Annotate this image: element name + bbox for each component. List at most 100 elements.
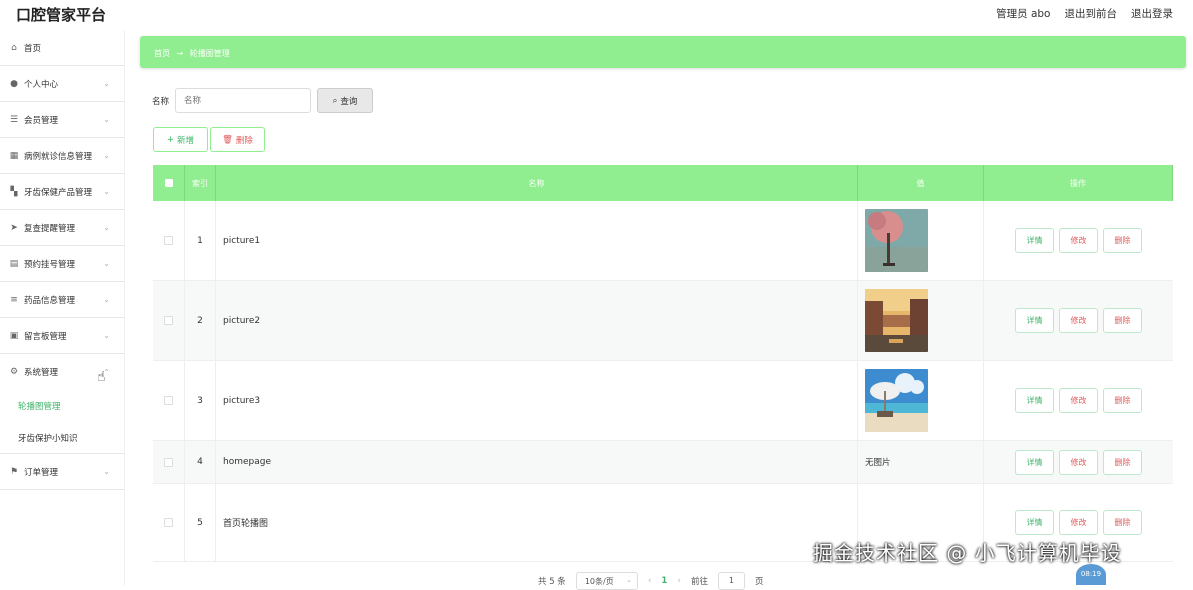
sidebar: ⌂ 首页 ● 个人中心 ⌄ ☰ 会员管理 ⌄ ▦ 病例就诊信息管理 ⌄ ▚ 牙齿… <box>0 30 125 585</box>
admin-label: 管理员 abo <box>996 8 1051 20</box>
search-button-label: 查询 <box>340 96 358 107</box>
row-name: picture3 <box>216 361 858 440</box>
row-select-cell <box>153 361 185 440</box>
delete-button[interactable]: 删除 <box>1103 510 1142 535</box>
header-index: 索引 <box>185 165 216 201</box>
sidebar-subitem-carousel[interactable]: 轮播图管理 <box>0 390 124 422</box>
pagination-total: 共 5 条 <box>538 577 566 587</box>
search-icon: ⌕ <box>332 95 338 106</box>
table-row: 4 homepage 无图片 详情 修改 删除 <box>153 441 1173 484</box>
breadcrumb: 首页 → 轮播图管理 <box>140 36 1186 68</box>
delete-button[interactable]: 删除 <box>1103 228 1142 253</box>
front-link[interactable]: 退出到前台 <box>1065 6 1118 21</box>
search-input[interactable] <box>175 88 312 113</box>
pagination: 共 5 条 10条/页 ⌄ ‹ 1 › 前往 1 页 <box>538 572 763 590</box>
delete-button[interactable]: 删除 <box>1103 449 1142 475</box>
sidebar-item-cases[interactable]: ▦ 病例就诊信息管理 ⌄ <box>0 138 124 174</box>
sidebar-item-label: 订单管理 <box>24 467 59 478</box>
delete-button[interactable]: 删除 <box>1103 388 1142 413</box>
user-icon: ● <box>10 78 18 89</box>
sidebar-item-label: 复查提醒管理 <box>24 223 76 234</box>
settings-icon: ⚙ <box>9 367 19 377</box>
row-index: 2 <box>185 281 216 360</box>
sidebar-item-products[interactable]: ▚ 牙齿保健产品管理 ⌄ <box>0 174 124 210</box>
detail-button[interactable]: 详情 <box>1015 449 1054 475</box>
row-checkbox[interactable] <box>164 396 173 405</box>
trash-icon: 🗑 <box>222 134 233 145</box>
sidebar-item-members[interactable]: ☰ 会员管理 ⌄ <box>0 102 124 138</box>
sidebar-item-messages[interactable]: ▣ 留言板管理 ⌄ <box>0 318 124 354</box>
edit-button[interactable]: 修改 <box>1059 228 1098 253</box>
detail-button[interactable]: 详情 <box>1015 228 1054 253</box>
row-select-cell <box>153 281 185 360</box>
batch-delete-button[interactable]: 🗑 删除 <box>210 127 265 152</box>
row-checkbox[interactable] <box>164 236 173 245</box>
header-value: 值 <box>858 165 984 201</box>
edit-button[interactable]: 修改 <box>1059 510 1098 535</box>
row-select-cell <box>153 201 185 280</box>
breadcrumb-arrow: → <box>176 49 184 58</box>
logout-link[interactable]: 退出登录 <box>1131 6 1173 21</box>
breadcrumb-current: 轮播图管理 <box>189 49 230 58</box>
bank-icon: ▤ <box>9 258 19 269</box>
sidebar-item-medicine[interactable]: ≡ 药品信息管理 ⌄ <box>0 282 124 318</box>
page-unit-label: 页 <box>754 577 764 587</box>
video-timer-badge: 08:19 <box>1076 564 1106 585</box>
row-image-cell: 无图片 <box>858 441 984 483</box>
header-select-all[interactable] <box>153 165 185 201</box>
detail-button[interactable]: 详情 <box>1015 510 1054 535</box>
mouse-pointer-icon: ☝ <box>97 369 106 385</box>
sidebar-item-profile[interactable]: ● 个人中心 ⌄ <box>0 66 124 102</box>
goto-input[interactable]: 1 <box>717 572 745 590</box>
row-select-cell <box>153 441 185 483</box>
list-icon: ☰ <box>9 114 19 125</box>
row-checkbox[interactable] <box>164 316 173 325</box>
sidebar-subitem-label: 轮播图管理 <box>18 402 61 412</box>
row-checkbox[interactable] <box>164 518 173 527</box>
row-index: 1 <box>185 201 216 280</box>
sidebar-item-label: 预约挂号管理 <box>24 259 76 270</box>
sidebar-subitem-label: 牙齿保护小知识 <box>18 433 78 444</box>
delete-button[interactable]: 删除 <box>1103 308 1142 333</box>
sidebar-item-label: 牙齿保健产品管理 <box>24 187 93 198</box>
send-icon: ➤ <box>10 222 18 233</box>
checkbox[interactable] <box>164 179 173 187</box>
detail-button[interactable]: 详情 <box>1015 308 1054 333</box>
carousel-image-beach <box>865 369 928 432</box>
add-button[interactable]: + 新增 <box>153 127 208 152</box>
chevron-down-icon: ⌄ <box>625 576 632 584</box>
chevron-down-icon: ⌄ <box>103 295 110 304</box>
header-name: 名称 <box>216 165 858 201</box>
edit-button[interactable]: 修改 <box>1059 449 1098 475</box>
delete-button-label: 删除 <box>235 135 253 146</box>
search-button[interactable]: ⌕ 查询 <box>317 88 374 113</box>
sidebar-item-home[interactable]: ⌂ 首页 <box>0 30 124 66</box>
row-checkbox[interactable] <box>164 457 173 467</box>
page-size-select[interactable]: 10条/页 ⌄ <box>575 572 638 590</box>
top-bar: 口腔管家平台 管理员 abo 退出到前台 退出登录 <box>0 0 1193 28</box>
chevron-down-icon: ⌄ <box>103 467 110 476</box>
chevron-down-icon: ⌄ <box>103 259 110 268</box>
action-bar: + 新增 🗑 删除 <box>153 127 265 152</box>
sidebar-subitem-knowledge[interactable]: 牙齿保护小知识 <box>0 422 124 454</box>
breadcrumb-home[interactable]: 首页 <box>154 49 170 58</box>
menu-icon: ≡ <box>10 294 18 305</box>
data-table: 索引 名称 值 操作 1 picture1 详情 修改 删除 2 picture… <box>153 165 1173 562</box>
edit-button[interactable]: 修改 <box>1059 388 1098 413</box>
row-name: 首页轮播图 <box>216 484 858 561</box>
sidebar-item-label: 首页 <box>24 43 42 54</box>
home-icon: ⌂ <box>11 42 17 53</box>
flag-icon: ⚑ <box>9 466 19 477</box>
chevron-down-icon: ⌄ <box>103 151 110 160</box>
sidebar-item-appointments[interactable]: ▤ 预约挂号管理 ⌄ <box>0 246 124 282</box>
detail-button[interactable]: 详情 <box>1015 388 1054 413</box>
main-content: 首页 → 轮播图管理 名称 ⌕ 查询 + 新增 🗑 删除 索引 名称 值 操作 <box>140 36 1186 590</box>
topbar-links: 管理员 abo 退出到前台 退出登录 <box>996 6 1173 21</box>
edit-button[interactable]: 修改 <box>1059 308 1098 333</box>
chevron-down-icon: ⌄ <box>103 331 110 340</box>
row-index: 3 <box>185 361 216 440</box>
sidebar-item-orders[interactable]: ⚑ 订单管理 ⌄ <box>0 454 124 490</box>
table-row: 1 picture1 详情 修改 删除 <box>153 201 1173 281</box>
sidebar-item-reminders[interactable]: ➤ 复查提醒管理 ⌄ <box>0 210 124 246</box>
row-image-cell <box>858 361 984 440</box>
